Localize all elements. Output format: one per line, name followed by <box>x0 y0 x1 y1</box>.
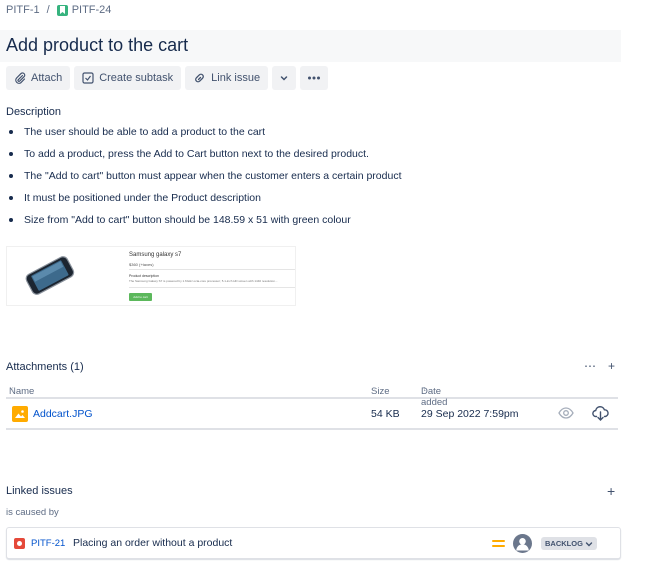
thumb-divider <box>129 269 295 270</box>
description-item: Size from "Add to cart" button should be… <box>6 214 402 236</box>
add-attachment-icon[interactable]: + <box>608 360 615 372</box>
status-dropdown[interactable]: BACKLOG <box>541 537 597 550</box>
description-item: It must be positioned under the Product … <box>6 192 402 214</box>
thumb-add-to-cart: Add to cart <box>129 293 152 301</box>
attach-button[interactable]: Attach <box>6 66 71 90</box>
breadcrumb-current[interactable]: PITF-24 <box>72 4 112 16</box>
bug-icon <box>14 538 25 549</box>
linked-issue-key[interactable]: PITF-21 <box>31 538 65 549</box>
breadcrumb: PITF-1 / PITF-24 <box>6 3 111 17</box>
create-subtask-label: Create subtask <box>99 72 174 84</box>
thumb-product-price: $360 (+taxes) <box>129 262 154 267</box>
description-item: The user should be able to add a product… <box>6 126 402 148</box>
breadcrumb-separator: / <box>46 4 50 16</box>
attachments-table: Name ↕ Size ↕ Date added ↓ Addcart.JPG 54 K… <box>6 380 618 430</box>
eye-icon[interactable] <box>558 406 574 420</box>
paperclip-icon <box>15 72 26 84</box>
more-options-button[interactable] <box>300 66 329 90</box>
subtask-icon <box>82 72 94 84</box>
description-image[interactable]: Samsung galaxy s7 $360 (+taxes) Product … <box>6 246 296 306</box>
chevron-down-icon <box>280 76 288 81</box>
thumb-desc-label: Product description <box>129 274 159 278</box>
story-icon <box>56 4 68 16</box>
attachments-actions: ⋯ + <box>584 360 615 372</box>
status-label: BACKLOG <box>545 539 583 548</box>
download-icon[interactable] <box>592 405 609 421</box>
add-link-icon[interactable]: + <box>607 483 615 499</box>
attachments-heading: Attachments (1) <box>6 361 84 373</box>
issue-toolbar: Attach Create subtask Link issue <box>6 66 329 90</box>
linked-issue-row[interactable]: PITF-21 Placing an order without a produ… <box>6 527 621 559</box>
description-list[interactable]: The user should be able to add a product… <box>6 126 402 236</box>
thumb-desc-text: The Samsung Galaxy S7 is powered by 1.6G… <box>129 279 278 283</box>
assignee-avatar[interactable] <box>513 534 532 553</box>
attach-label: Attach <box>31 72 63 84</box>
description-item: To add a product, press the Add to Cart … <box>6 148 402 170</box>
attachments-table-header: Name ↕ Size ↕ Date added ↓ <box>6 380 618 408</box>
phone-image <box>25 256 75 295</box>
attachment-row[interactable]: Addcart.JPG 54 KB 29 Sep 2022 7:59pm <box>6 399 618 430</box>
linked-issue-summary[interactable]: Placing an order without a product <box>73 537 232 549</box>
image-file-icon <box>12 406 28 422</box>
user-icon <box>516 538 529 551</box>
link-icon <box>195 73 205 83</box>
more-options-icon[interactable]: ⋯ <box>584 360 596 372</box>
description-heading: Description <box>6 106 62 118</box>
attachment-name[interactable]: Addcart.JPG <box>33 408 93 420</box>
create-subtask-button[interactable]: Create subtask <box>74 66 182 90</box>
linked-issues-heading: Linked issues <box>6 485 73 497</box>
attachment-size: 54 KB <box>371 408 400 420</box>
issue-title[interactable]: Add product to the cart <box>6 35 188 56</box>
chevron-down-icon <box>585 541 593 546</box>
priority-medium-icon <box>492 540 505 547</box>
attachment-date: 29 Sep 2022 7:59pm <box>421 408 519 420</box>
thumb-divider <box>129 287 295 288</box>
link-relation-label: is caused by <box>6 507 59 518</box>
more-actions-dropdown[interactable] <box>272 66 297 90</box>
link-issue-label: Link issue <box>211 72 261 84</box>
breadcrumb-parent[interactable]: PITF-1 <box>6 4 40 16</box>
link-issue-button[interactable]: Link issue <box>185 66 269 90</box>
ellipsis-icon <box>308 76 321 80</box>
thumb-product-title: Samsung galaxy s7 <box>129 252 182 258</box>
description-item: The "Add to cart" button must appear whe… <box>6 170 402 192</box>
